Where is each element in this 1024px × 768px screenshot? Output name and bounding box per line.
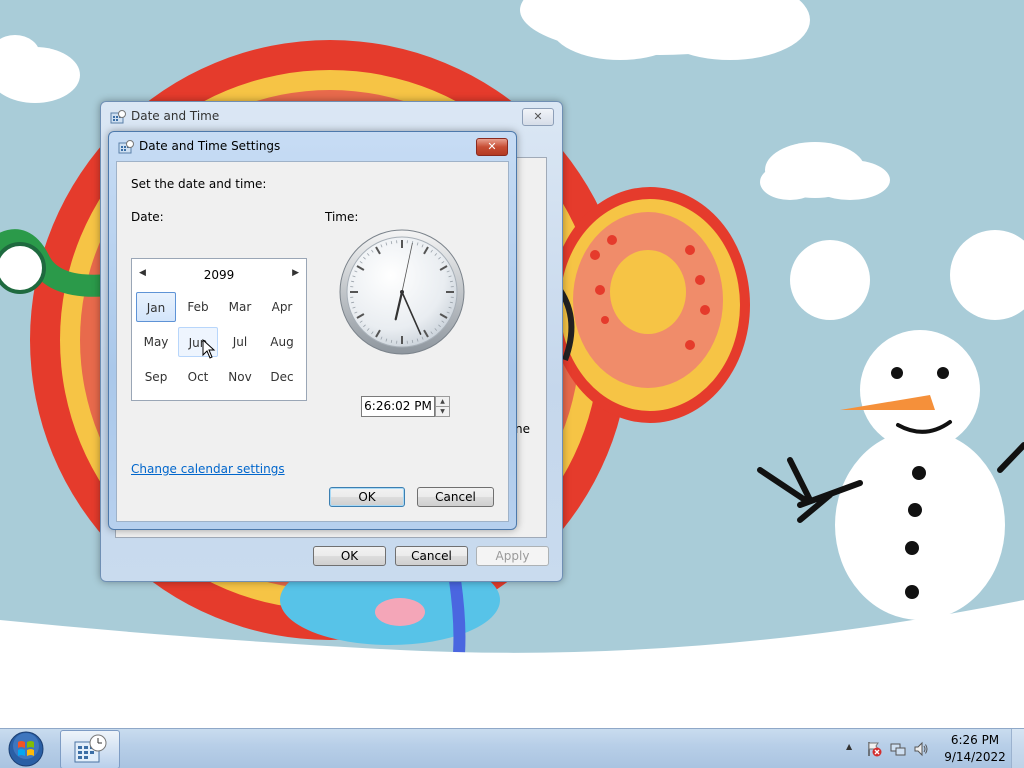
network-icon[interactable] bbox=[890, 741, 906, 757]
month-sep[interactable]: Sep bbox=[136, 362, 176, 392]
next-year-icon[interactable]: ▶ bbox=[292, 268, 299, 278]
outer-apply-button[interactable]: Apply bbox=[476, 546, 549, 566]
time-label: Time: bbox=[325, 210, 359, 224]
date-time-icon bbox=[110, 110, 126, 124]
outer-close-button[interactable]: ✕ bbox=[522, 108, 554, 126]
month-jan[interactable]: Jan bbox=[136, 292, 176, 322]
windows-start-orb-icon[interactable] bbox=[6, 730, 46, 768]
month-aug[interactable]: Aug bbox=[262, 327, 302, 357]
taskbar-clock-date[interactable]: 9/14/2022 bbox=[940, 750, 1010, 764]
mouse-cursor-icon bbox=[202, 339, 216, 359]
taskbar-clock-time[interactable]: 6:26 PM bbox=[940, 733, 1010, 747]
show-desktop-button[interactable] bbox=[1011, 729, 1024, 768]
desktop: Date and Time ✕ ne OK Cancel Apply Date … bbox=[0, 0, 1024, 768]
date-time-icon bbox=[74, 734, 107, 763]
outer-window-title: Date and Time bbox=[131, 109, 220, 123]
month-dec[interactable]: Dec bbox=[262, 362, 302, 392]
dialog-cancel-button[interactable]: Cancel bbox=[417, 487, 494, 507]
time-spin-down-icon[interactable]: ▼ bbox=[435, 406, 450, 417]
date-label: Date: bbox=[131, 210, 164, 224]
speaker-volume-icon[interactable] bbox=[913, 741, 929, 757]
analog-clock bbox=[339, 229, 465, 355]
dialog-client-area: Set the date and time: Date: Time: ◀ 209… bbox=[116, 161, 509, 522]
dialog-close-button[interactable]: ✕ bbox=[476, 138, 508, 156]
outer-ok-button[interactable]: OK bbox=[313, 546, 386, 566]
taskbar: ▲ 6:26 PM 9/14/2022 bbox=[0, 728, 1024, 768]
action-center-flag-icon[interactable] bbox=[866, 741, 882, 757]
dialog-title: Date and Time Settings bbox=[139, 139, 281, 153]
month-jul[interactable]: Jul bbox=[220, 327, 260, 357]
time-input[interactable]: 6:26:02 PM bbox=[361, 396, 435, 417]
outer-titlebar[interactable]: Date and Time ✕ bbox=[101, 102, 562, 132]
outer-partial-text: ne bbox=[515, 422, 530, 436]
month-feb[interactable]: Feb bbox=[178, 292, 218, 322]
month-mar[interactable]: Mar bbox=[220, 292, 260, 322]
instruction-text: Set the date and time: bbox=[131, 177, 267, 191]
date-time-icon bbox=[118, 140, 134, 154]
date-time-settings-dialog[interactable]: Date and Time Settings ✕ Set the date an… bbox=[108, 131, 517, 530]
calendar-month-picker[interactable]: ◀ 2099 ▶ Jan Feb Mar Apr May Jun Jul Aug… bbox=[131, 258, 307, 401]
dialog-titlebar[interactable]: Date and Time Settings ✕ bbox=[109, 132, 516, 162]
show-hidden-icons-icon[interactable]: ▲ bbox=[846, 742, 852, 751]
month-may[interactable]: May bbox=[136, 327, 176, 357]
month-oct[interactable]: Oct bbox=[178, 362, 218, 392]
change-calendar-settings-link[interactable]: Change calendar settings bbox=[131, 462, 285, 476]
month-apr[interactable]: Apr bbox=[262, 292, 302, 322]
outer-cancel-button[interactable]: Cancel bbox=[395, 546, 468, 566]
month-nov[interactable]: Nov bbox=[220, 362, 260, 392]
calendar-year[interactable]: 2099 bbox=[132, 268, 306, 282]
taskbar-date-time-app-button[interactable] bbox=[60, 730, 120, 768]
dialog-ok-button[interactable]: OK bbox=[329, 487, 405, 507]
